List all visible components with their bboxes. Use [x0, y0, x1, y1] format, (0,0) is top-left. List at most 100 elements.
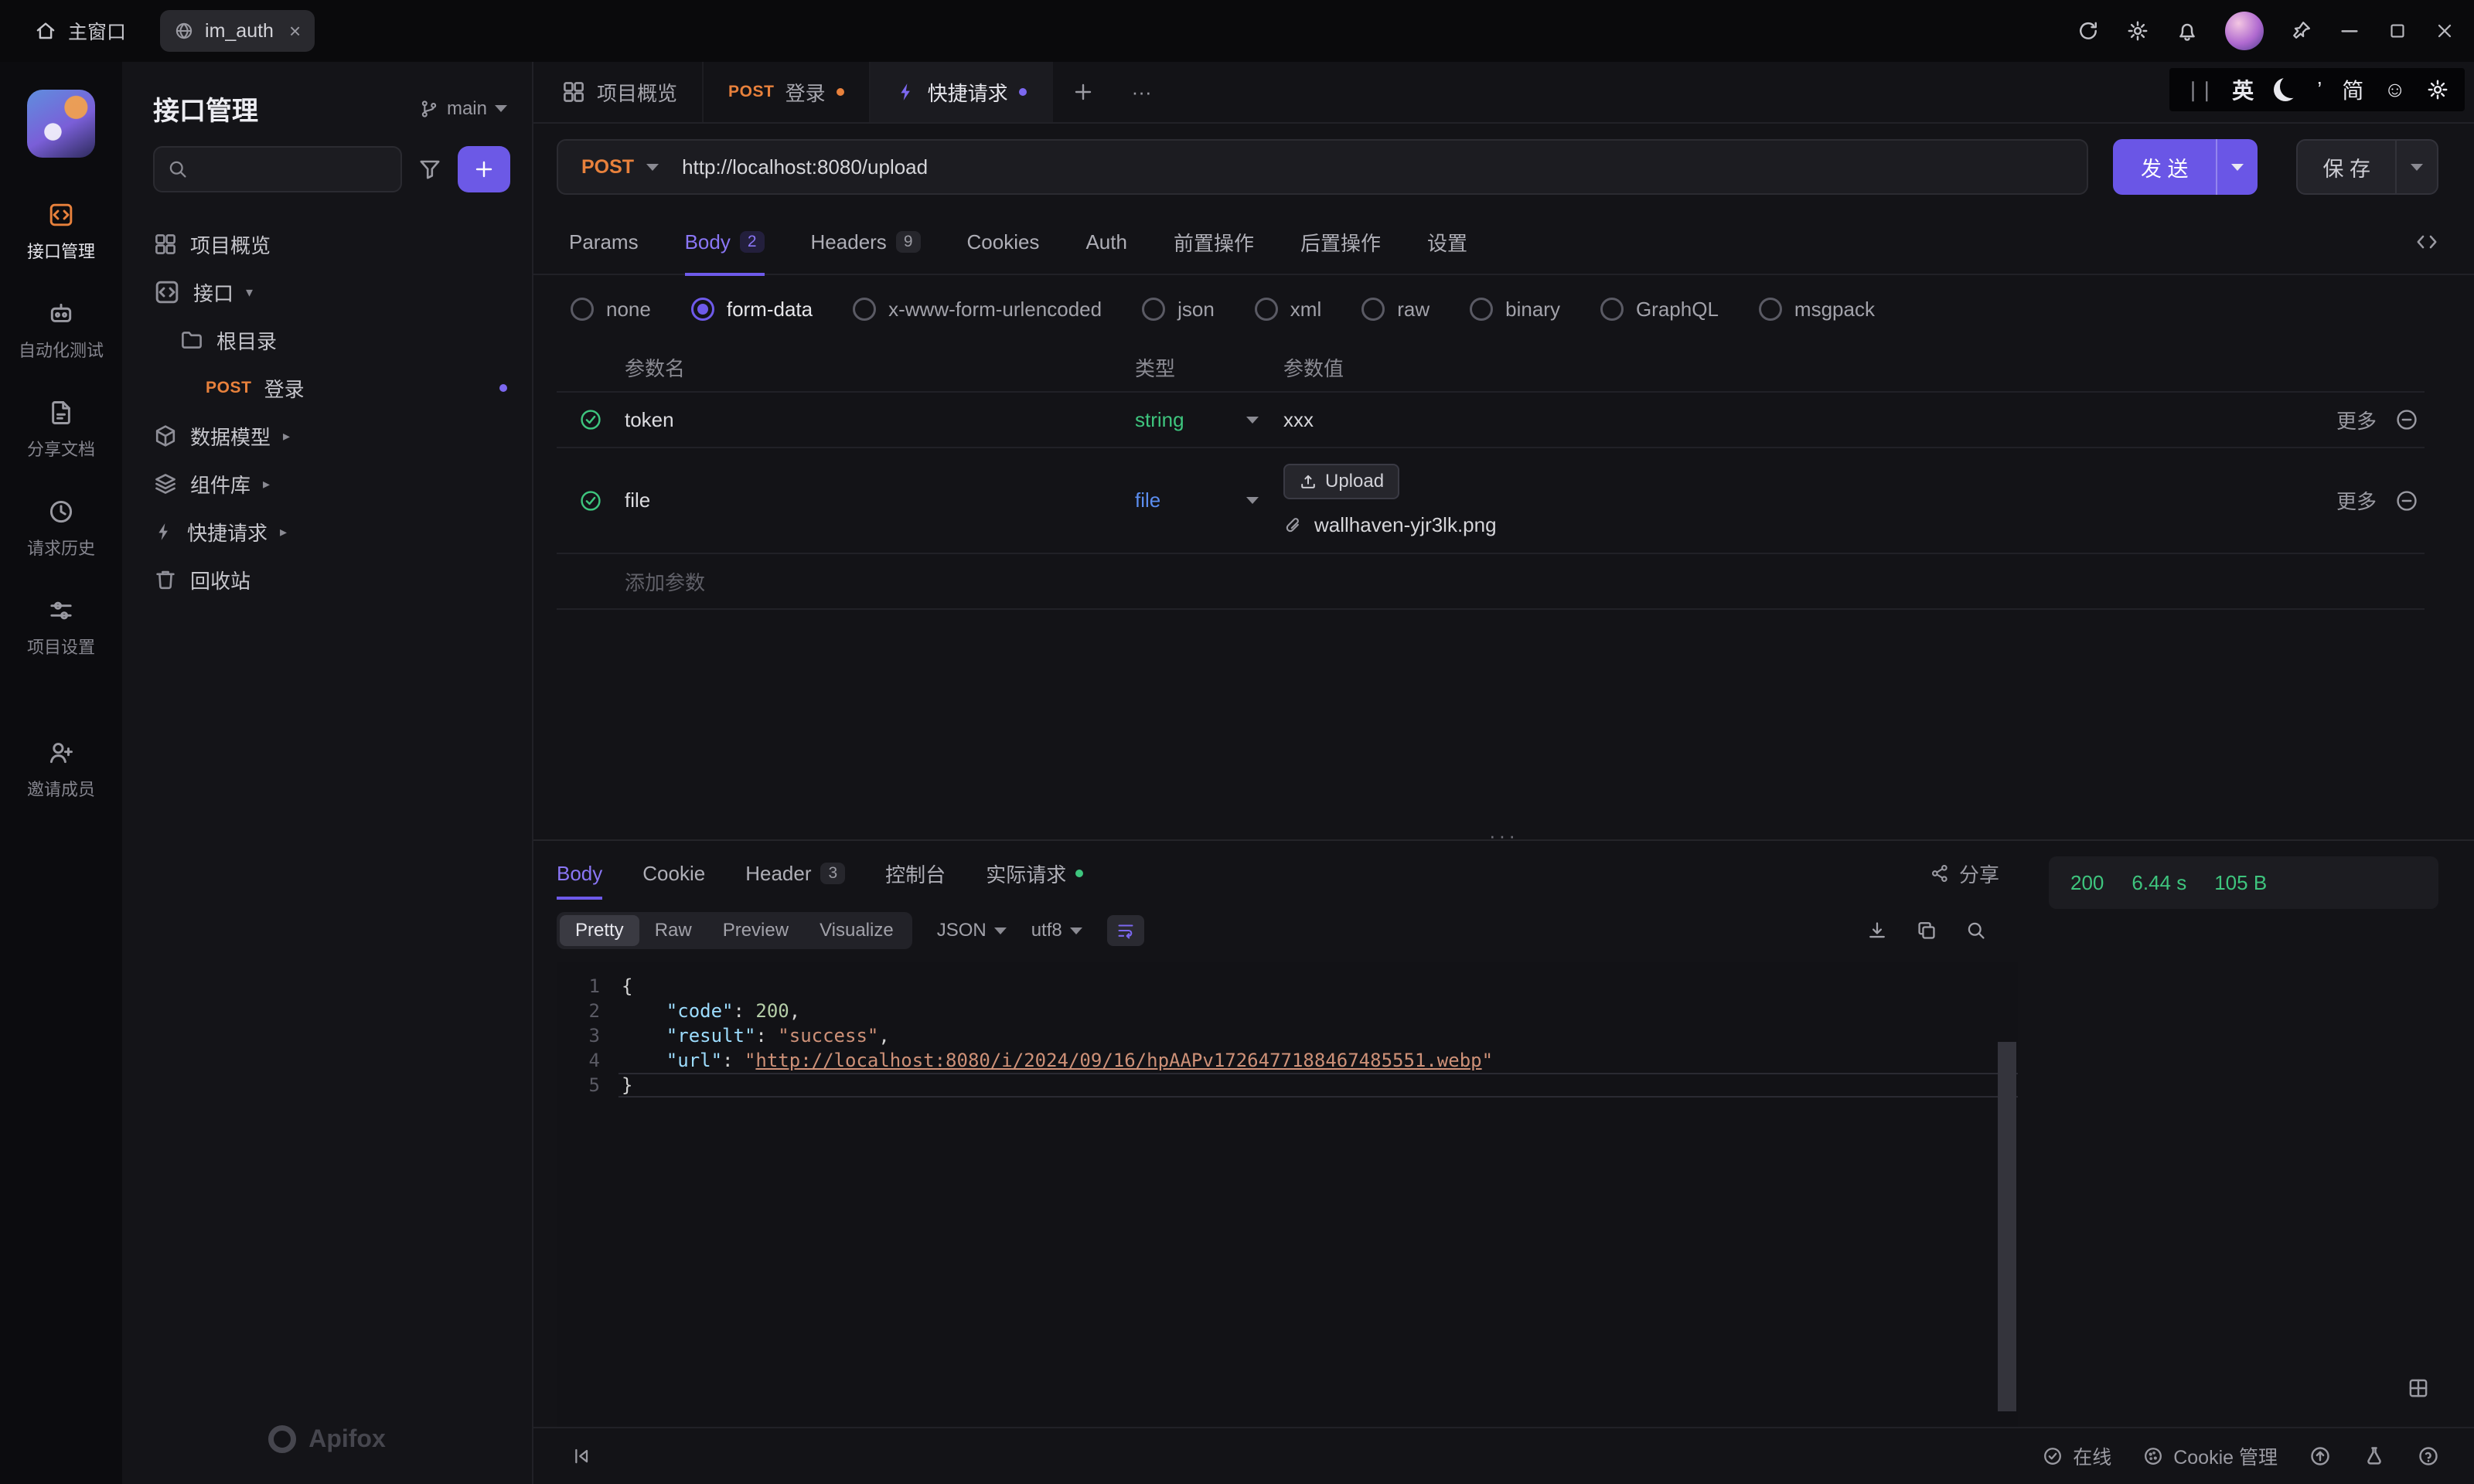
- moon-icon[interactable]: [2274, 78, 2297, 101]
- code-view-icon[interactable]: [2415, 230, 2438, 254]
- new-tab-button[interactable]: [1053, 62, 1113, 122]
- pin-icon[interactable]: [2290, 20, 2312, 42]
- save-button[interactable]: 保 存: [2296, 139, 2438, 195]
- req-tab-前置操作[interactable]: 前置操作: [1174, 209, 1254, 274]
- window-tab-im-auth[interactable]: im_auth ×: [160, 10, 315, 52]
- rail-item-4[interactable]: 项目设置: [19, 578, 104, 677]
- param-value[interactable]: xxx: [1283, 408, 1314, 431]
- tree-item-6[interactable]: 快捷请求 ▸: [122, 508, 532, 556]
- close-button[interactable]: [2434, 20, 2455, 42]
- tab-more-button[interactable]: ···: [1113, 62, 1171, 122]
- body-type-json[interactable]: json: [1142, 298, 1215, 322]
- remove-row-icon[interactable]: [2395, 489, 2418, 512]
- format-selector[interactable]: JSON: [937, 920, 1007, 941]
- online-status[interactable]: 在线: [2042, 1442, 2111, 1470]
- param-enabled-checkbox[interactable]: [557, 408, 625, 431]
- branch-selector[interactable]: main: [419, 98, 507, 120]
- scrollbar-thumb[interactable]: [1998, 1042, 2016, 1411]
- req-tab-Body[interactable]: Body 2: [684, 209, 765, 276]
- body-type-GraphQL[interactable]: GraphQL: [1600, 298, 1719, 322]
- view-mode-Raw[interactable]: Raw: [639, 915, 707, 946]
- tree-item-3[interactable]: POST 登录: [122, 364, 532, 412]
- body-type-x-www-form-urlencoded[interactable]: x-www-form-urlencoded: [853, 298, 1102, 322]
- resp-tab-Header[interactable]: Header 3: [745, 841, 846, 906]
- doc-tab-2[interactable]: 快捷请求: [870, 62, 1053, 122]
- minimize-button[interactable]: [2338, 19, 2361, 43]
- rail-item-5[interactable]: 邀请成员: [19, 720, 104, 819]
- tree-item-4[interactable]: 数据模型 ▸: [122, 412, 532, 460]
- search-input[interactable]: [153, 146, 402, 192]
- search-icon[interactable]: [1965, 920, 1987, 941]
- rail-item-1[interactable]: 自动化测试: [19, 281, 104, 380]
- ime-emoji-icon[interactable]: ☺: [2384, 77, 2406, 102]
- maximize-button[interactable]: [2387, 21, 2408, 41]
- cookie-manager-button[interactable]: Cookie 管理: [2142, 1442, 2278, 1470]
- filter-icon[interactable]: [414, 157, 445, 182]
- rail-item-3[interactable]: 请求历史: [19, 479, 104, 578]
- body-type-none[interactable]: none: [571, 298, 651, 322]
- view-mode-Visualize[interactable]: Visualize: [804, 915, 909, 946]
- send-button[interactable]: 发 送: [2112, 139, 2258, 195]
- view-mode-Preview[interactable]: Preview: [707, 915, 804, 946]
- req-tab-Cookies[interactable]: Cookies: [967, 209, 1040, 274]
- tree-item-1[interactable]: 接口 ▾: [122, 268, 532, 316]
- bell-icon[interactable]: [2176, 19, 2199, 43]
- param-enabled-checkbox[interactable]: [557, 489, 625, 512]
- add-param-row[interactable]: 添加参数: [557, 554, 2425, 610]
- view-mode-Pretty[interactable]: Pretty: [560, 915, 639, 946]
- ime-settings-icon[interactable]: [2426, 78, 2449, 101]
- body-type-msgpack[interactable]: msgpack: [1758, 298, 1875, 322]
- body-type-raw[interactable]: raw: [1361, 298, 1430, 322]
- response-body-editor[interactable]: 1 2 3 4 5 { "code": 200, "result": "success"…: [557, 962, 2018, 1427]
- main-window-button[interactable]: 主窗口: [22, 0, 138, 62]
- req-tab-Headers[interactable]: Headers 9: [811, 209, 921, 274]
- tab-close-icon[interactable]: ×: [289, 19, 301, 43]
- body-type-form-data[interactable]: form-data: [690, 298, 813, 322]
- encoding-selector[interactable]: utf8: [1031, 920, 1082, 941]
- avatar[interactable]: [2225, 12, 2264, 50]
- more-button[interactable]: 更多: [2336, 406, 2377, 434]
- resp-tab-Body[interactable]: Body: [557, 841, 602, 906]
- more-button[interactable]: 更多: [2336, 486, 2377, 515]
- help-icon[interactable]: [2417, 1445, 2440, 1468]
- param-name[interactable]: token: [625, 408, 1135, 432]
- tree-item-2[interactable]: 根目录: [122, 316, 532, 364]
- url-input[interactable]: http://localhost:8080/upload: [682, 155, 928, 179]
- remove-row-icon[interactable]: [2395, 408, 2418, 431]
- feedback-icon[interactable]: [2363, 1445, 2386, 1468]
- response-url-link[interactable]: http://localhost:8080/i/2024/09/16/hpAAP…: [755, 1050, 1481, 1071]
- param-type-selector[interactable]: string: [1135, 408, 1283, 432]
- resp-tab-实际请求[interactable]: 实际请求: [986, 841, 1084, 906]
- param-type-selector[interactable]: file: [1135, 488, 1283, 512]
- upgrade-icon[interactable]: [2309, 1445, 2332, 1468]
- req-tab-Params[interactable]: Params: [569, 209, 639, 274]
- ime-lang-toggle[interactable]: 英: [2232, 74, 2254, 105]
- upload-button[interactable]: Upload: [1283, 464, 1400, 499]
- param-name[interactable]: file: [625, 488, 1135, 512]
- req-tab-后置操作[interactable]: 后置操作: [1300, 209, 1381, 274]
- refresh-icon[interactable]: [2077, 19, 2100, 43]
- word-wrap-toggle[interactable]: [1106, 915, 1144, 946]
- download-icon[interactable]: [1866, 920, 1888, 941]
- layout-toggle-button[interactable]: [2398, 1368, 2438, 1408]
- resp-tab-控制台[interactable]: 控制台: [885, 841, 946, 906]
- rail-item-2[interactable]: 分享文档: [19, 380, 104, 479]
- gear-icon[interactable]: [2126, 19, 2149, 43]
- ime-grip-icon[interactable]: ❘❘: [2185, 78, 2216, 102]
- ime-apostrophe[interactable]: ’: [2317, 77, 2322, 102]
- tree-item-0[interactable]: 项目概览: [122, 220, 532, 268]
- doc-tab-0[interactable]: 项目概览: [537, 62, 704, 122]
- tree-item-7[interactable]: 回收站: [122, 556, 532, 604]
- copy-icon[interactable]: [1916, 920, 1937, 941]
- rail-item-0[interactable]: 接口管理: [19, 182, 104, 281]
- body-type-binary[interactable]: binary: [1470, 298, 1560, 322]
- method-selector[interactable]: POST: [558, 156, 682, 179]
- share-button[interactable]: 分享: [1930, 859, 1999, 888]
- panel-resize-handle[interactable]: ···: [1489, 824, 1518, 848]
- app-logo[interactable]: [27, 90, 95, 158]
- req-tab-设置[interactable]: 设置: [1427, 209, 1467, 274]
- tree-item-5[interactable]: 组件库 ▸: [122, 460, 532, 508]
- resp-tab-Cookie[interactable]: Cookie: [642, 841, 705, 906]
- collapse-sidebar-icon[interactable]: [571, 1445, 592, 1467]
- doc-tab-1[interactable]: POST 登录: [704, 62, 871, 122]
